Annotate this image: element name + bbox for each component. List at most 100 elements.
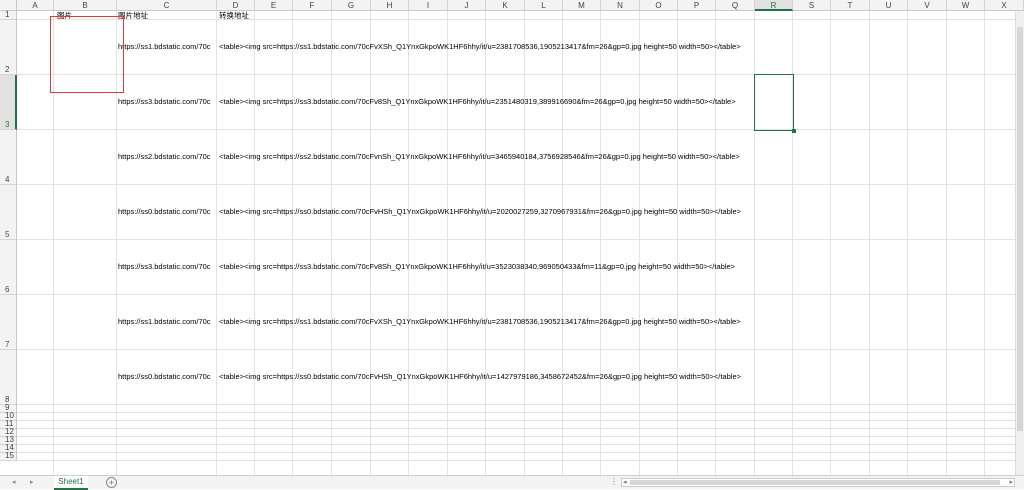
row-gridline [17,184,1024,185]
column-header-h[interactable]: H [371,0,409,11]
row-number: 7 [5,340,10,349]
row-number: 4 [5,175,10,184]
column-gridline [907,11,908,475]
row-header-6[interactable]: 6 [0,240,17,295]
column-header-l[interactable]: L [525,0,563,11]
column-header-s[interactable]: S [793,0,831,11]
horizontal-scroll-thumb[interactable] [630,480,1000,485]
sheet-tab-bar: ◂ ▸ Sheet1 + ⋮ ◂ ▸ [0,475,1024,490]
column-header-w[interactable]: W [947,0,985,11]
row-gridline [17,19,1024,20]
row-gridline [17,239,1024,240]
column-gridline [869,11,870,475]
row-header-4[interactable]: 4 [0,130,17,185]
row-number: 15 [5,451,14,460]
row-header-15[interactable]: 15 [0,451,17,461]
row-number: 6 [5,285,10,294]
column-header-p[interactable]: P [678,0,716,11]
image-placeholder-frame[interactable] [50,16,124,93]
row-gridline [17,444,1024,445]
row-gridline [17,428,1024,429]
column-gridline [216,11,217,475]
cell-c4[interactable]: https://ss2.bdstatic.com/70c [118,152,216,161]
column-header-r[interactable]: R [755,0,793,11]
vertical-scroll-thumb[interactable] [1017,27,1023,431]
column-header-o[interactable]: O [640,0,678,11]
selected-cell-r3[interactable] [754,74,796,133]
column-header-g[interactable]: G [332,0,371,11]
scroll-right-icon[interactable]: ▸ [1009,478,1013,486]
row-header-8[interactable]: 8 [0,350,17,405]
split-handle-icon[interactable]: ⋮ [610,477,618,486]
column-header-e[interactable]: E [255,0,293,11]
row-gridline [17,74,1024,75]
row-gridline [17,412,1024,413]
row-header-2[interactable]: 2 [0,20,17,75]
tab-next-icon[interactable]: ▸ [30,478,34,486]
row-gridline [17,460,1024,461]
column-gridline [946,11,947,475]
column-header-b[interactable]: B [54,0,117,11]
column-header-u[interactable]: U [870,0,908,11]
tab-sheet1[interactable]: Sheet1 [54,476,88,490]
scroll-left-icon[interactable]: ◂ [623,478,627,486]
column-gridline [292,11,293,475]
row-number: 5 [5,230,10,239]
row-header-3[interactable]: 3 [0,75,17,130]
column-header-a[interactable]: A [17,0,54,11]
cell-c2[interactable]: https://ss1.bdstatic.com/70c [118,42,216,51]
column-header-i[interactable]: I [409,0,448,11]
row-gridline [17,452,1024,453]
row-gridline [17,436,1024,437]
spreadsheet-grid[interactable]: ABCDEFGHIJKLMNOPQRSTUVWX 1 2 3 4 5 6 7 8 9 10 11 12… [0,0,1024,475]
cell-d4[interactable]: <table><img src=https://ss2.bdstatic.com… [219,152,740,161]
column-header-v[interactable]: V [908,0,947,11]
cell-c8[interactable]: https://ss0.bdstatic.com/70c [118,372,216,381]
row-number: 1 [5,10,10,19]
column-header-d[interactable]: D [217,0,255,11]
column-gridline [562,11,563,475]
row-gridline [17,349,1024,350]
tab-prev-icon[interactable]: ◂ [12,478,16,486]
row-header-7[interactable]: 7 [0,295,17,350]
column-gridline [600,11,601,475]
column-gridline [715,11,716,475]
vertical-scrollbar[interactable] [1015,11,1024,475]
cell-d3[interactable]: <table><img src=https://ss3.bdstatic.com… [219,97,736,106]
row-header-1[interactable]: 1 [0,10,17,20]
row-gridline [17,129,1024,130]
row-header-5[interactable]: 5 [0,185,17,240]
cell-d1[interactable]: 转换地址 [219,11,249,20]
cell-c5[interactable]: https://ss0.bdstatic.com/70c [118,207,216,216]
column-header-m[interactable]: M [563,0,601,11]
row-number: 3 [5,120,10,129]
row-number: 2 [5,65,10,74]
column-header-q[interactable]: Q [716,0,755,11]
cell-d2[interactable]: <table><img src=https://ss1.bdstatic.com… [219,42,741,51]
cell-c3[interactable]: https://ss3.bdstatic.com/70c [118,97,216,106]
column-header-c[interactable]: C [117,0,217,11]
cell-d6[interactable]: <table><img src=https://ss3.bdstatic.com… [219,262,735,271]
column-gridline [447,11,448,475]
column-header-n[interactable]: N [601,0,640,11]
column-gridline [331,11,332,475]
cell-d5[interactable]: <table><img src=https://ss0.bdstatic.com… [219,207,741,216]
cell-d8[interactable]: <table><img src=https://ss0.bdstatic.com… [219,372,741,381]
cell-c6[interactable]: https://ss3.bdstatic.com/70c [118,262,216,271]
column-gridline [639,11,640,475]
plus-icon[interactable]: + [106,477,117,488]
column-gridline [408,11,409,475]
column-header-j[interactable]: J [448,0,486,11]
row-gridline [17,294,1024,295]
cell-c7[interactable]: https://ss1.bdstatic.com/70c [118,317,216,326]
column-gridline [370,11,371,475]
horizontal-scrollbar[interactable]: ◂ ▸ [621,478,1015,487]
column-header-x[interactable]: X [985,0,1024,11]
column-gridline [485,11,486,475]
column-header-k[interactable]: K [486,0,525,11]
column-header-t[interactable]: T [831,0,870,11]
column-gridline [677,11,678,475]
column-gridline [984,11,985,475]
column-header-f[interactable]: F [293,0,332,11]
cell-d7[interactable]: <table><img src=https://ss1.bdstatic.com… [219,317,741,326]
